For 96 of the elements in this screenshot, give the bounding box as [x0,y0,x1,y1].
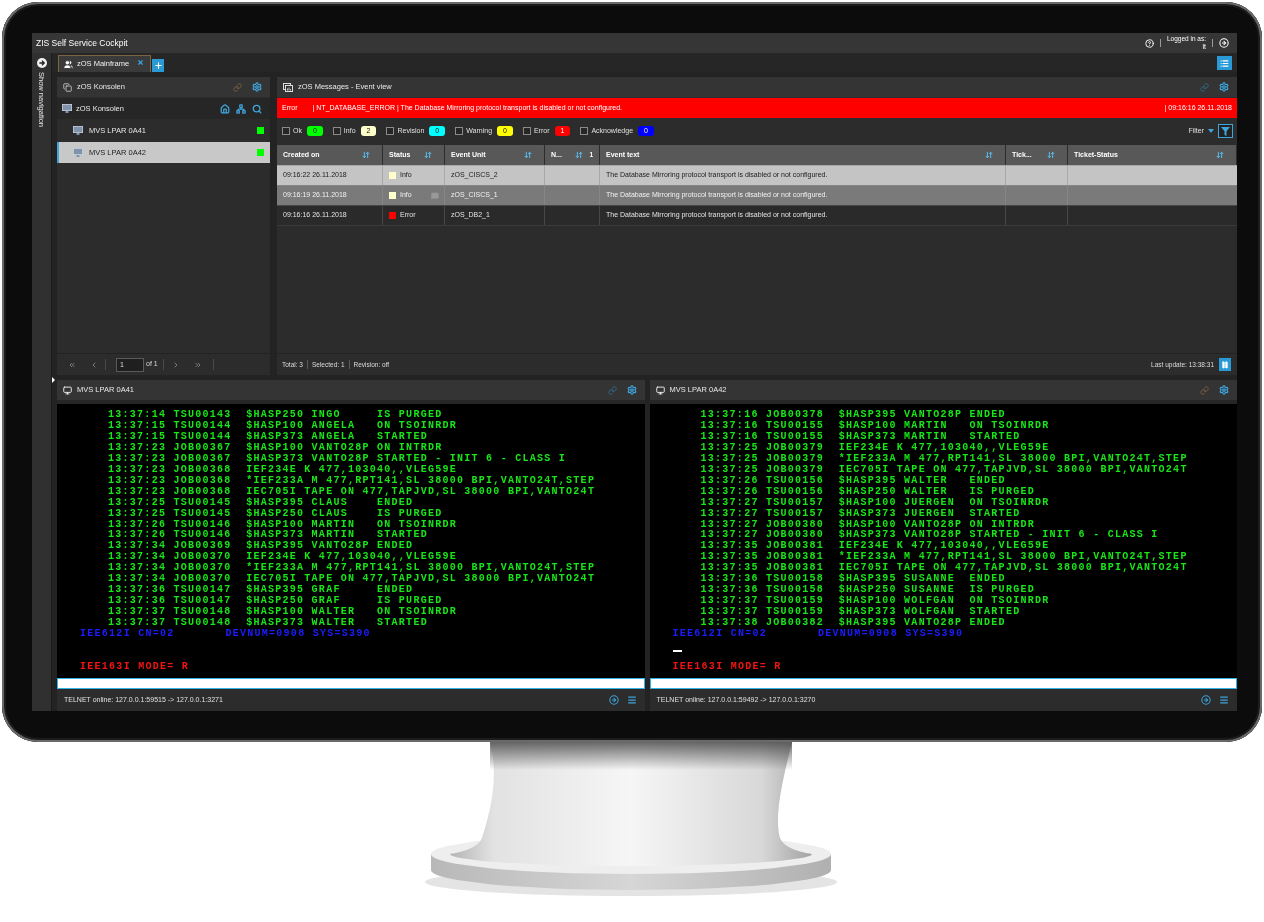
terminal-output-line: 13:37:38 JOB00382 $HASP395 VANTO28P ENDED [700,618,1006,629]
terminal-output-line: 13:37:23 JOB00367 $HASP100 VANTO28P ON INTRDR [108,442,443,453]
arrow-right-circle-icon[interactable] [1201,695,1211,705]
menu-icon[interactable] [626,695,637,705]
help-icon[interactable] [1144,38,1154,48]
terminal-output-line: 13:37:35 JOB00381 IEF234E K 477,103040,,VLEG59E [700,541,1050,552]
terminal-output-line: 13:37:36 TSU00147 $HASP250 GRAF IS PURGED [108,596,443,607]
command-input-field[interactable] [649,678,1237,689]
checkbox[interactable] [522,127,531,135]
add-tab-button[interactable] [152,59,165,72]
terminal-output-line: 13:37:16 TSU00155 $HASP100 MARTIN ON TSOINRDR [700,420,1050,431]
search-icon[interactable] [252,103,262,114]
arrow-right-circle-icon [36,58,47,68]
monitor-icon [73,126,83,135]
caret-down-icon [1208,129,1214,133]
terminal-output-line: 13:37:27 TSU00157 $HASP100 JUERGEN ON TSOINRDR [700,497,1050,508]
collapse-arrow-icon [52,377,55,383]
terminal-output-line: 13:37:34 JOB00370 *IEF233A M 477,RPT141,SL 38000 BPI,VANTO24T,STEP [108,563,596,574]
checkbox[interactable] [282,127,290,135]
terminal-output-line: 13:37:25 JOB00379 IEC705I TAPE ON 477,TAPJVD,SL 38000 BPI,VANTO24T [700,464,1188,475]
sort-icon [524,151,532,159]
terminal-output-line: 13:37:35 JOB00381 IEC705I TAPE ON 477,TAPJVD,SL 38000 BPI,VANTO24T [700,563,1188,574]
double-chevron-left-icon [68,360,76,369]
settings-icon[interactable] [1219,82,1229,92]
window-chart-icon [283,82,293,92]
terminal-output-line: 13:37:34 JOB00370 IEF234E K 477,103040,,VLEG59E [108,552,457,563]
terminal-output-line: 13:37:35 JOB00381 *IEF233A M 477,RPT141,SL 38000 BPI,VANTO24T,STEP [700,552,1188,563]
terminal-output-line: 13:37:25 TSU00145 $HASP395 CLAUS ENDED [108,497,414,508]
menu-icon[interactable] [1219,695,1229,705]
settings-icon[interactable] [626,385,637,395]
terminal-output-line: 13:37:37 TSU00159 $HASP100 WOLFGAN ON TSOINRDR [700,596,1050,607]
terminal-output-line: 13:37:34 JOB00369 $HASP395 VANTO28P ENDED [108,541,414,552]
terminal-output-line: 13:37:37 TSU00159 $HASP373 WOLFGAN STARTED [700,607,1021,618]
sort-icon [1047,151,1055,159]
monitor-icon [73,148,83,157]
terminal-mode-line: IEE163I MODE= R [672,661,782,673]
window-title: ZIS Self Service Cockpit [36,36,128,50]
close-icon[interactable] [137,59,145,66]
terminal-output-line: 13:37:23 JOB00367 $HASP373 VANTO28P STARTED - INIT 6 - CLASS I [108,453,567,465]
terminal-output-line: 13:37:25 TSU00145 $HASP250 CLAUS IS PURGED [108,508,443,519]
computer-icon [62,104,72,113]
logout-icon[interactable] [1219,38,1229,48]
terminal-output-line: 13:37:26 TSU00146 $HASP373 MARTIN STARTED [108,530,428,541]
terminal-system-line: IEE612I CN=02 DEVNUM=0908 SYS=S390 [672,629,964,640]
terminal-output-line: 13:37:23 JOB00368 IEC705I TAPE ON 477,TAPJVD,SL 38000 BPI,VANTO24T [108,486,596,497]
terminal-output-line: 13:37:26 TSU00146 $HASP100 MARTIN ON TSOINRDR [108,519,457,530]
terminal-output-line: 13:37:14 TSU00143 $HASP250 INGO IS PURGED [108,410,443,420]
sort-icon [362,151,370,159]
double-chevron-right-icon [193,360,202,369]
sort-icon [575,151,584,159]
terminal-output-line: 13:37:26 TSU00156 $HASP395 WALTER ENDED [700,475,1006,486]
terminal-mode-line: IEE163I MODE= R [80,661,190,673]
users-icon [64,59,73,69]
terminal-output-line: 13:37:36 TSU00158 $HASP395 SUSANNE ENDED [700,574,1006,585]
settings-icon[interactable] [1219,385,1229,395]
terminal-output-line: 13:37:36 TSU00158 $HASP250 SUSANNE IS PURGED [700,585,1035,596]
pause-icon [1221,360,1229,369]
command-input-field[interactable] [57,678,645,689]
checkbox[interactable] [580,127,589,135]
terminal-output-line: 13:37:23 JOB00368 IEF234E K 477,103040,,VLEG59E [108,464,457,475]
sort-icon [985,151,993,159]
terminal-system-line: IEE612I CN=02 DEVNUM=0908 SYS=S390 [80,629,371,640]
terminal-output-line: 13:37:15 TSU00144 $HASP373 ANGELA STARTED [108,431,428,442]
chevron-left-icon [90,360,98,369]
terminal-output-line: 13:37:27 JOB00380 $HASP100 VANTO28P ON INTRDR [700,519,1035,530]
terminal-output-line: 13:37:34 JOB00370 IEC705I TAPE ON 477,TAPJVD,SL 38000 BPI,VANTO24T [108,574,596,585]
filter-button[interactable] [1218,124,1233,138]
windows-icon [63,82,72,92]
terminal-output-line: 13:37:37 TSU00148 $HASP373 WALTER STARTED [108,618,428,629]
terminal-output-line: 13:37:16 JOB00378 $HASP395 VANTO28P ENDED [700,410,1006,420]
checkbox[interactable] [386,127,395,135]
terminal-output-line: 13:37:15 TSU00144 $HASP100 ANGELA ON TSOINRDR [108,420,457,431]
checkbox[interactable] [455,127,464,135]
terminal-output-line: 13:37:27 TSU00157 $HASP373 JUERGEN STARTED [700,508,1021,519]
terminal-output-line: 13:37:25 JOB00379 IEF234E K 477,103040,,VLEG59E [700,442,1050,453]
sort-icon [1216,151,1224,159]
terminal-output-line: 13:37:25 JOB00379 *IEF233A M 477,RPT141,SL 38000 BPI,VANTO24T,STEP [700,453,1188,465]
pause-button[interactable] [1219,358,1231,371]
checkbox[interactable] [332,127,341,135]
terminal-output-line: 13:37:27 JOB00380 $HASP373 VANTO28P STARTED - INIT 6 - CLASS I [700,530,1159,541]
sort-icon [424,151,432,159]
settings-icon[interactable] [252,82,262,92]
funnel-icon [1221,126,1230,136]
terminal-output-line: 13:37:37 TSU00148 $HASP100 WALTER ON TSOINRDR [108,607,457,618]
terminal-output-line: 13:37:26 TSU00156 $HASP250 WALTER IS PURGED [700,486,1035,497]
terminal-output-line: 13:37:16 TSU00155 $HASP373 MARTIN STARTED [700,431,1021,443]
monitor-icon [63,385,72,395]
monitor-icon [655,385,665,395]
terminal-output-line: 13:37:36 TSU00147 $HASP395 GRAF ENDED [108,585,414,596]
terminal-output-line: 13:37:23 JOB00368 *IEF233A M 477,RPT141,SL 38000 BPI,VANTO24T,STEP [108,475,596,487]
list-icon [1220,58,1229,68]
menu-button[interactable] [1217,56,1232,70]
plus-icon [153,61,163,70]
hierarchy-icon[interactable] [236,103,246,114]
arrow-right-circle-icon[interactable] [608,695,619,705]
home-icon[interactable] [220,103,230,114]
